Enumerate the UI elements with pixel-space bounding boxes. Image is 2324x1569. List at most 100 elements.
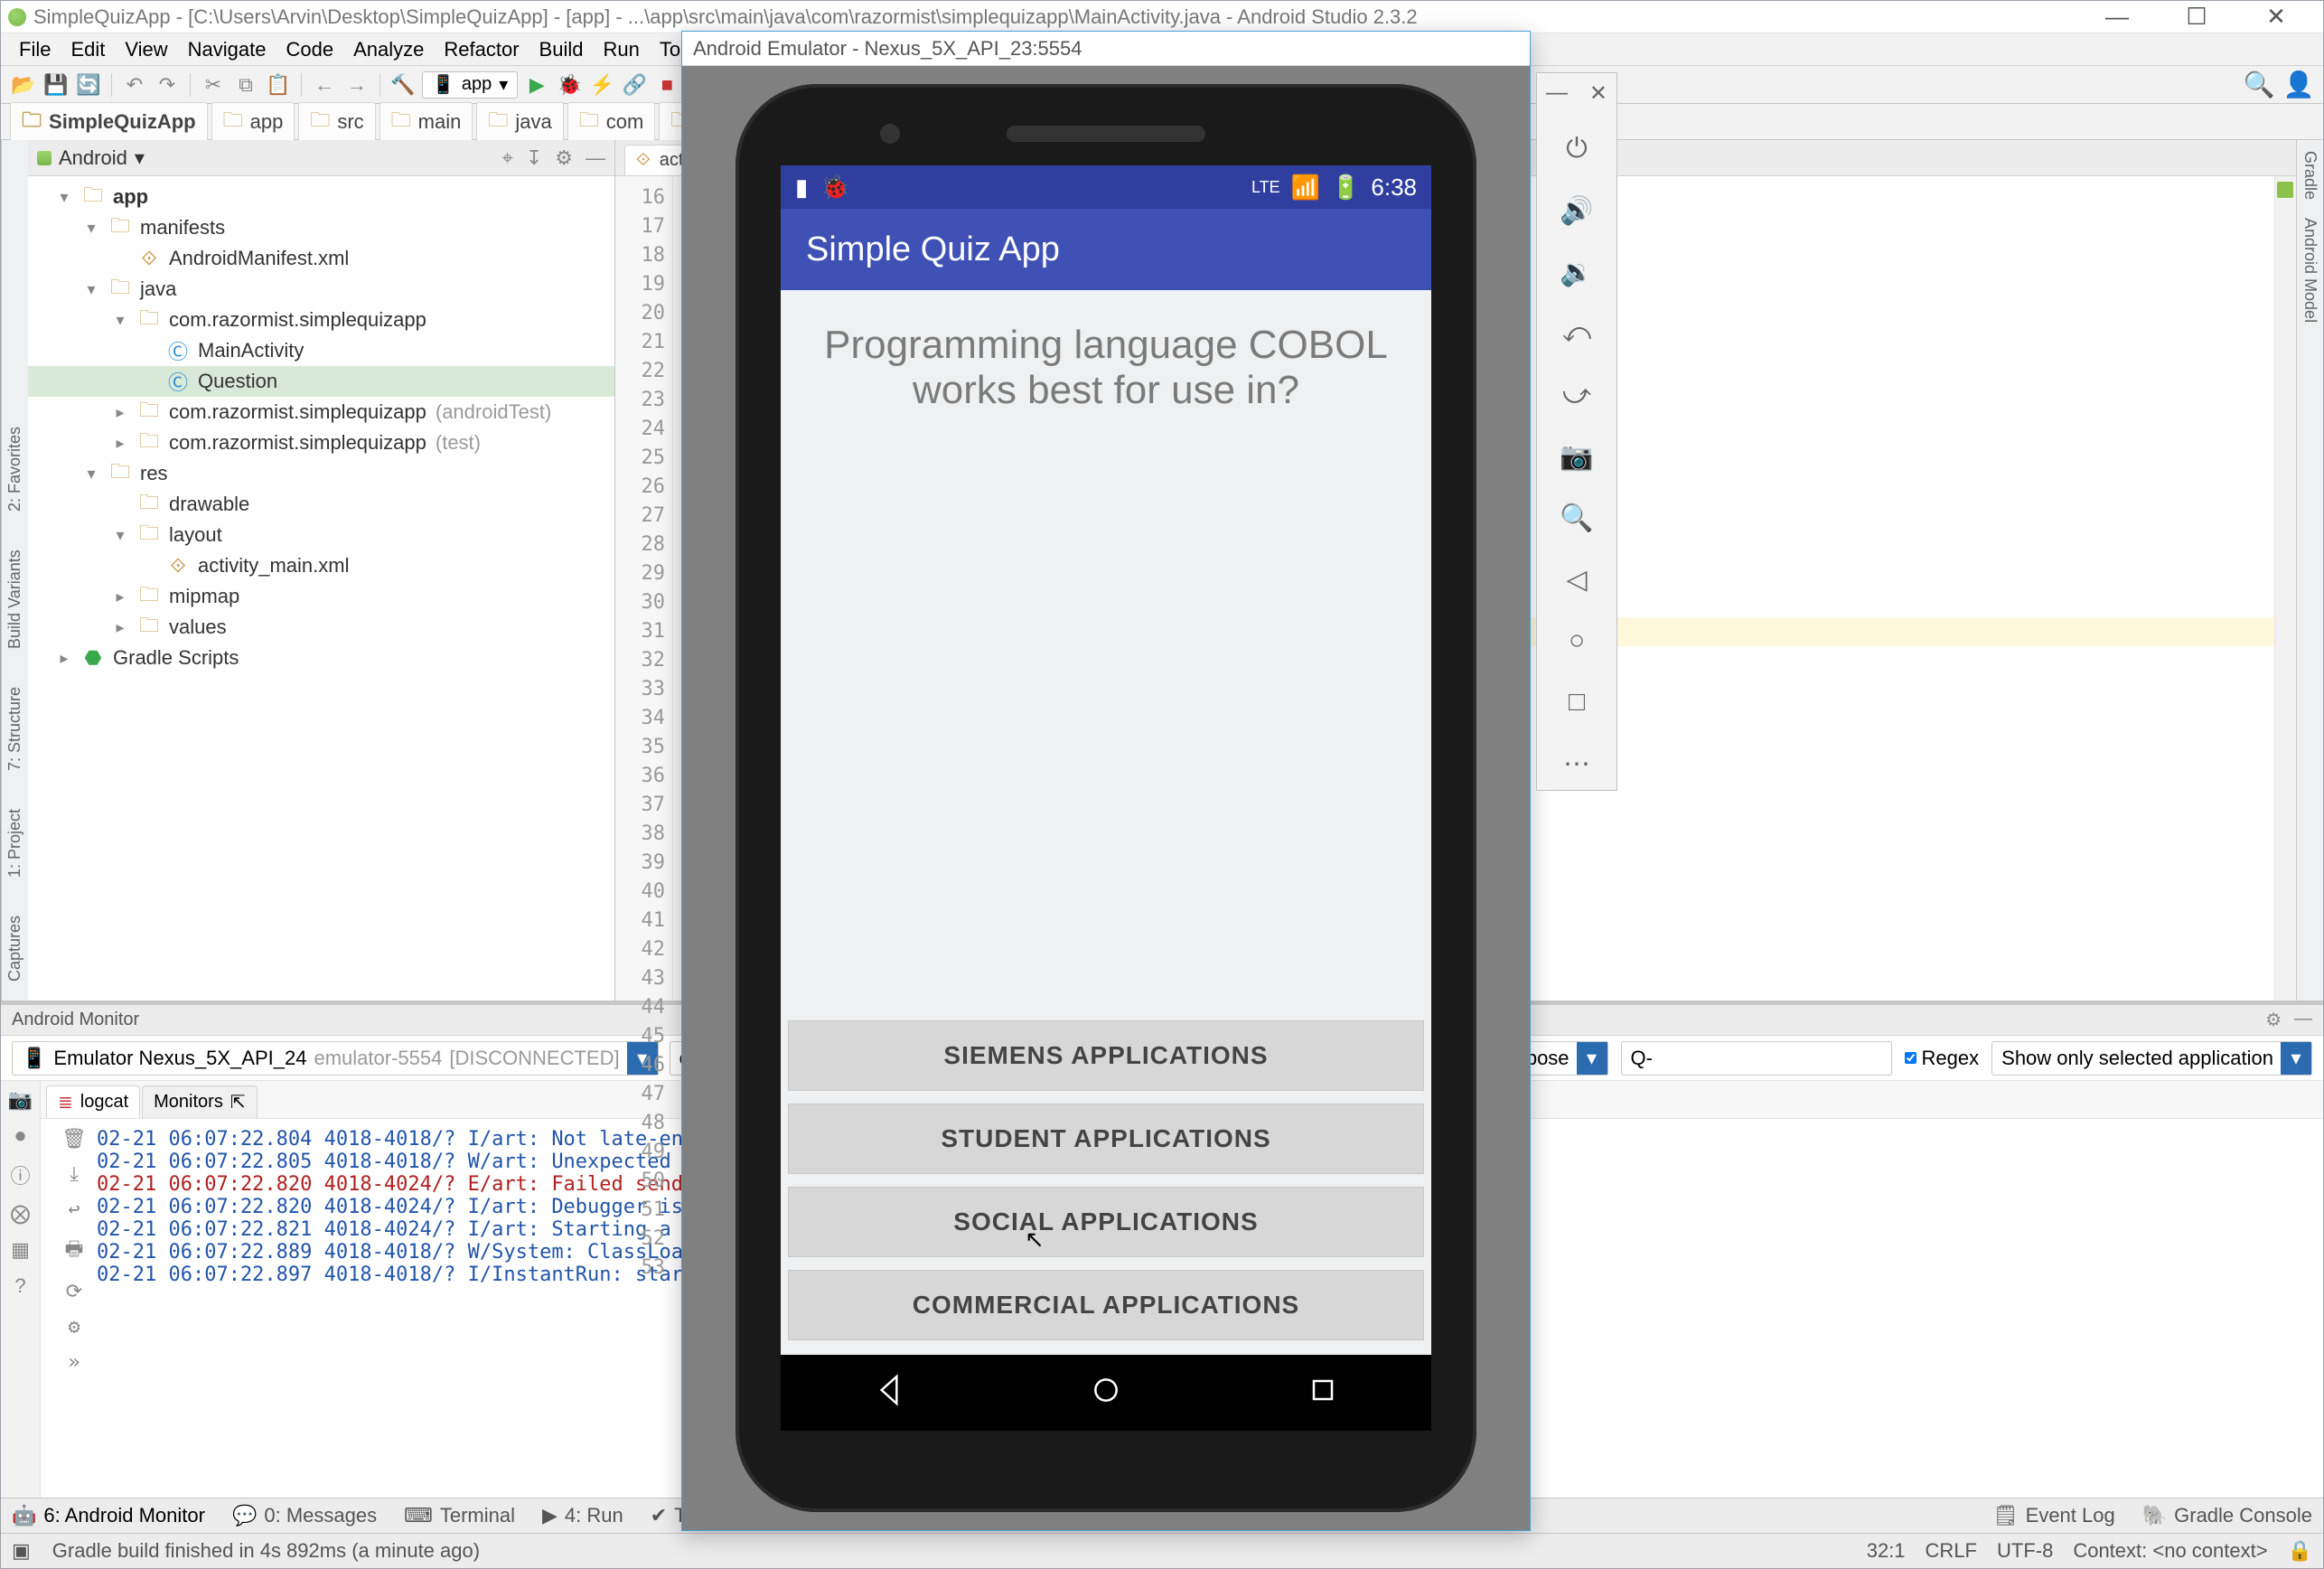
rotate-left-icon[interactable]: ⤺ <box>1551 315 1602 352</box>
menu-refactor[interactable]: Refactor <box>435 34 528 65</box>
rotate-right-icon[interactable]: ⤻ <box>1551 376 1602 414</box>
tree-arrow-icon[interactable]: ▸ <box>111 618 129 637</box>
apply-changes-icon[interactable]: ⚡ <box>588 71 615 99</box>
tree-item[interactable]: ⒸMainActivity <box>28 335 614 366</box>
tree-item[interactable]: ▾🗀res <box>28 458 614 489</box>
stop-icon[interactable]: ■ <box>653 71 680 99</box>
tree-item[interactable]: ▸🗀mipmap <box>28 581 614 612</box>
tree-arrow-icon[interactable]: ▾ <box>82 280 100 299</box>
status-context[interactable]: Context: <no context> <box>2073 1539 2267 1563</box>
bt-terminal[interactable]: ⌨Terminal <box>404 1504 515 1527</box>
status-pos[interactable]: 32:1 <box>1867 1539 1906 1563</box>
make-icon[interactable]: 🔨 <box>389 71 417 99</box>
nav-overview-button[interactable] <box>1305 1372 1341 1414</box>
tree-arrow-icon[interactable]: ▸ <box>55 649 73 668</box>
crumb-0[interactable]: 🗀SimpleQuizApp <box>10 102 208 142</box>
print-icon[interactable]: 🖶 <box>65 1234 84 1268</box>
copy-icon[interactable]: ⧉ <box>232 71 259 99</box>
project-tree[interactable]: ▾🗀app▾🗀manifests⟐AndroidManifest.xml▾🗀ja… <box>28 176 614 1001</box>
menu-navigate[interactable]: Navigate <box>179 34 276 65</box>
answer-3-button[interactable]: SOCIAL APPLICATIONS <box>788 1187 1424 1257</box>
crumb-3[interactable]: 🗀main <box>380 102 473 142</box>
record-icon[interactable]: ⏺ <box>15 1124 25 1148</box>
menu-edit[interactable]: Edit <box>61 34 114 65</box>
window-minimize-button[interactable]: — <box>2077 1 2157 33</box>
collapse-icon[interactable]: ↧ <box>526 146 542 170</box>
bt-android-monitor[interactable]: 🤖6: Android Monitor <box>12 1504 205 1527</box>
system-info-icon[interactable]: ⓘ <box>10 1160 30 1189</box>
terminate-icon[interactable]: ⨂ <box>11 1202 31 1226</box>
tree-arrow-icon[interactable]: ▸ <box>111 434 129 453</box>
tree-arrow-icon[interactable]: ▾ <box>111 311 129 330</box>
status-enc[interactable]: UTF-8 <box>1997 1539 2053 1563</box>
hide-icon[interactable]: — <box>2294 1009 2312 1031</box>
gear-icon[interactable]: ⚙ <box>2265 1009 2282 1031</box>
chevron-down-icon[interactable]: ▾ <box>135 146 145 170</box>
redo-icon[interactable]: ↷ <box>154 71 181 99</box>
screenshot-icon[interactable]: 📷 <box>8 1088 33 1112</box>
undo-icon[interactable]: ↶ <box>121 71 148 99</box>
window-close-button[interactable]: ✕ <box>2236 1 2316 33</box>
sidetab-structure[interactable]: 7: Structure <box>1 679 29 779</box>
menu-view[interactable]: View <box>116 34 176 65</box>
search-icon[interactable]: 🔍 <box>2244 70 2274 100</box>
run-icon[interactable]: ▶ <box>523 71 550 99</box>
restart-icon[interactable]: ⟳ <box>66 1281 82 1303</box>
menu-code[interactable]: Code <box>277 34 343 65</box>
answer-4-button[interactable]: COMMERCIAL APPLICATIONS <box>788 1270 1424 1340</box>
more-icon[interactable]: ⋯ <box>1551 745 1602 783</box>
nav-home-button[interactable] <box>1088 1372 1124 1414</box>
sidetab-gradle[interactable]: Gradle <box>2301 151 2319 200</box>
tree-arrow-icon[interactable]: ▸ <box>111 587 129 606</box>
sidetab-favorites[interactable]: 2: Favorites <box>1 418 29 520</box>
crumb-4[interactable]: 🗀java <box>476 102 563 142</box>
emulator-titlebar[interactable]: Android Emulator - Nexus_5X_API_23:5554 <box>682 32 1530 66</box>
tree-item[interactable]: ▸🗀com.razormist.simplequizapp (androidTe… <box>28 397 614 427</box>
layout-inspector-icon[interactable]: ▦ <box>11 1238 30 1262</box>
window-maximize-button[interactable]: ☐ <box>2157 1 2236 33</box>
nav-fwd-icon[interactable]: → <box>343 71 370 99</box>
clear-log-icon[interactable]: 🗑 <box>61 1128 87 1151</box>
sidetab-project[interactable]: 1: Project <box>1 801 29 886</box>
tree-item[interactable]: ▸🗀com.razormist.simplequizapp (test) <box>28 427 614 458</box>
menu-run[interactable]: Run <box>594 34 648 65</box>
cut-icon[interactable]: ✂ <box>200 71 227 99</box>
tree-arrow-icon[interactable]: ▾ <box>82 219 100 238</box>
target-icon[interactable]: ⌖ <box>501 146 512 170</box>
soft-wrap-icon[interactable]: ↩ <box>68 1198 80 1221</box>
bt-messages[interactable]: 💬0: Messages <box>232 1504 377 1527</box>
answer-2-button[interactable]: STUDENT APPLICATIONS <box>788 1104 1424 1174</box>
phone-screen[interactable]: ▮ 🐞 LTE 📶 🔋 6:38 Simple Quiz App Program… <box>781 165 1431 1431</box>
tree-arrow-icon[interactable]: ▾ <box>55 188 73 207</box>
power-icon[interactable]: ⏻ <box>1551 130 1602 168</box>
tree-item[interactable]: 🗀drawable <box>28 489 614 520</box>
scroll-end-icon[interactable]: ⤓ <box>70 1163 79 1186</box>
sidetab-android-model[interactable]: Android Model <box>2301 218 2319 323</box>
menu-file[interactable]: File <box>10 34 60 65</box>
regex-checkbox[interactable]: Regex <box>1905 1047 1980 1070</box>
app-filter-select[interactable]: Show only selected application ▾ <box>1991 1041 2312 1076</box>
tree-item[interactable]: ▾🗀java <box>28 274 614 305</box>
tree-item[interactable]: ⟐activity_main.xml <box>28 550 614 581</box>
answer-1-button[interactable]: SIEMENS APPLICATIONS <box>788 1020 1424 1091</box>
nav-back-button[interactable] <box>871 1372 907 1414</box>
bt-gradle-console[interactable]: 🐘Gradle Console <box>2142 1504 2312 1527</box>
emulator-window[interactable]: Android Emulator - Nexus_5X_API_23:5554 … <box>681 31 1531 1531</box>
volume-up-icon[interactable]: 🔊 <box>1551 192 1602 230</box>
tree-item[interactable]: ⒸQuestion <box>28 366 614 397</box>
tree-item[interactable]: ▾🗀com.razormist.simplequizapp <box>28 305 614 335</box>
status-indicator-icon[interactable]: ▣ <box>12 1539 31 1563</box>
tree-item[interactable]: ▾🗀layout <box>28 520 614 550</box>
tree-item[interactable]: ▸⬣Gradle Scripts <box>28 643 614 673</box>
overview-icon[interactable]: □ <box>1551 683 1602 721</box>
bt-run[interactable]: ▶4: Run <box>542 1504 623 1527</box>
tree-arrow-icon[interactable]: ▸ <box>111 403 129 422</box>
close-emulator-icon[interactable]: ✕ <box>1589 80 1607 107</box>
sync-icon[interactable]: 🔄 <box>75 71 102 99</box>
menu-analyze[interactable]: Analyze <box>344 34 433 65</box>
tree-arrow-icon[interactable]: ▾ <box>82 465 100 484</box>
crumb-2[interactable]: 🗀src <box>298 102 375 142</box>
debug-icon[interactable]: 🐞 <box>556 71 583 99</box>
open-icon[interactable]: 📂 <box>10 71 37 99</box>
status-eol[interactable]: CRLF <box>1926 1539 1977 1563</box>
